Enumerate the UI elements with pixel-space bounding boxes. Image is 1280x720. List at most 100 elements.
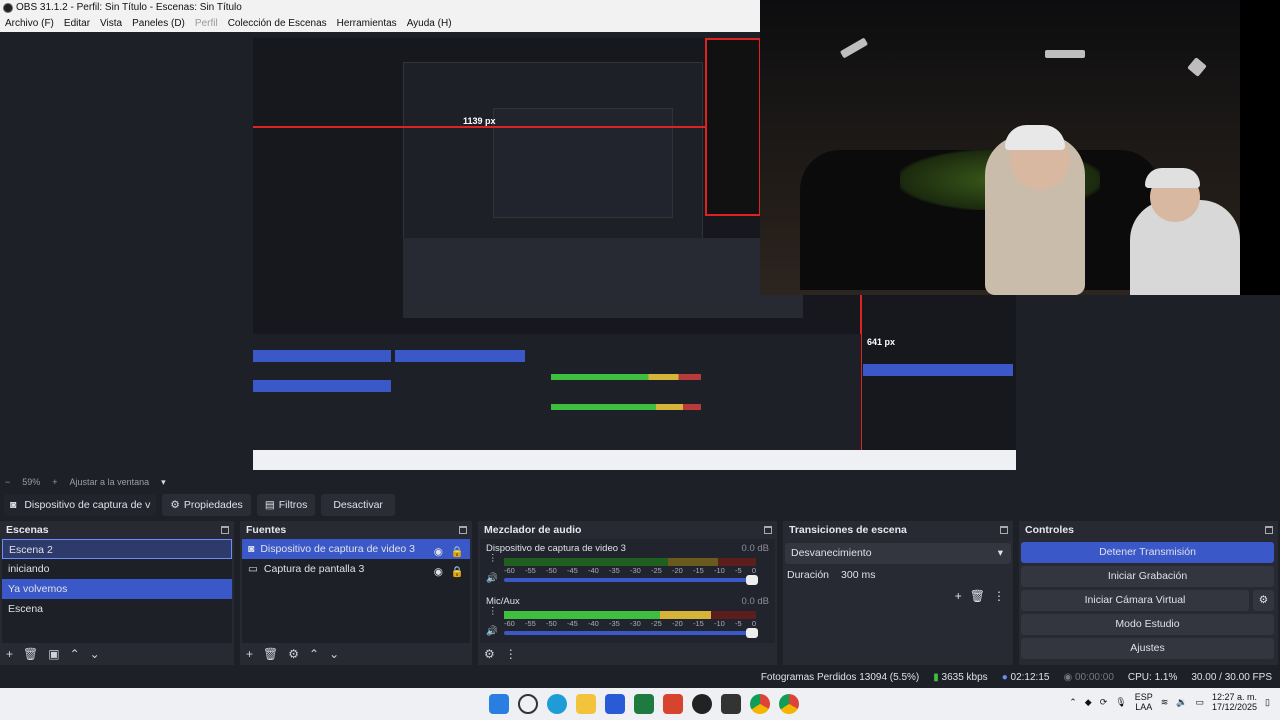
app-icon[interactable] xyxy=(720,694,741,714)
add-icon[interactable]: + xyxy=(246,647,253,661)
source-toolbar: ◙ Dispositivo de captura de v ⚙ Propieda… xyxy=(0,492,1280,518)
chevron-down-icon[interactable]: ▾ xyxy=(161,477,166,488)
scenes-dock: Escenas Escena 2 iniciando Ya volvemos E… xyxy=(0,521,234,665)
edge-icon[interactable] xyxy=(546,694,567,714)
start-recording-button[interactable]: Iniciar Grabación xyxy=(1021,566,1274,587)
add-icon[interactable]: + xyxy=(955,589,962,603)
dropbox-icon[interactable]: ◆ xyxy=(1085,697,1092,708)
notification-icon[interactable]: ▯ xyxy=(1265,697,1270,708)
mixer-dock: Mezclador de audio Dispositivo de captur… xyxy=(478,521,777,665)
menu-archivo[interactable]: Archivo (F) xyxy=(0,16,59,32)
obs-icon[interactable] xyxy=(691,694,712,714)
meter-scale: -60 -55 -50 -45 -40 -35 -30 -25 -20 -15 -10 -5 0 xyxy=(504,566,756,575)
windows-start-icon[interactable] xyxy=(488,694,509,714)
gear-icon[interactable]: ⚙ xyxy=(288,647,299,661)
nested-docks xyxy=(403,238,803,318)
speaker-icon[interactable]: 🔊 xyxy=(486,626,498,637)
clock[interactable]: 12:27 a. m. 17/12/2025 xyxy=(1212,692,1257,712)
controls-title: Controles xyxy=(1025,524,1075,536)
window-title: OBS 31.1.2 - Perfil: Sin Título - Escena… xyxy=(16,2,242,13)
docks: Escenas Escena 2 iniciando Ya volvemos E… xyxy=(0,521,1280,665)
settings-button[interactable]: Ajustes xyxy=(1021,638,1274,659)
volume-slider[interactable] xyxy=(504,628,758,638)
sources-header: Fuentes xyxy=(240,521,472,539)
mic-icon[interactable]: 🎙 xyxy=(1115,697,1126,708)
trash-icon[interactable]: 🗑 xyxy=(970,589,985,603)
undock-icon[interactable] xyxy=(459,526,467,534)
kebab-menu-icon[interactable]: ⋮ xyxy=(488,553,498,564)
wifi-icon[interactable]: ≋ xyxy=(1161,697,1169,708)
undock-icon[interactable] xyxy=(221,526,229,534)
filters-button[interactable]: ▤ Filtros xyxy=(256,494,316,516)
source-item[interactable]: ◙ Dispositivo de captura de video 3 ◉ 🔒 xyxy=(242,539,470,559)
trash-icon[interactable]: 🗑 xyxy=(23,647,38,661)
properties-button[interactable]: ⚙ Propiedades xyxy=(162,494,251,516)
stop-stream-button[interactable]: Detener Transmisión xyxy=(1021,542,1274,563)
gear-icon[interactable]: ⚙ xyxy=(1253,590,1274,611)
sync-icon[interactable]: ⟳ xyxy=(1100,697,1108,708)
zoom-in-button[interactable]: + xyxy=(52,477,57,487)
menu-ayuda[interactable]: Ayuda (H) xyxy=(402,16,457,32)
speaker-icon[interactable]: 🔊 xyxy=(486,573,498,584)
chevron-up-icon[interactable]: ⌃ xyxy=(1069,697,1077,708)
clock-time: 12:27 a. m. xyxy=(1212,692,1258,702)
chevron-down-icon[interactable]: ⌄ xyxy=(90,647,100,661)
transitions-dock: Transiciones de escena Desvanecimiento ▾… xyxy=(783,521,1013,665)
kebab-menu-icon[interactable]: ⋮ xyxy=(505,647,517,661)
chevron-up-icon[interactable]: ⌃ xyxy=(70,647,80,661)
camera-icon: ◙ xyxy=(248,543,255,555)
scene-item[interactable]: Ya volvemos xyxy=(2,579,232,599)
scene-item[interactable]: iniciando xyxy=(2,559,232,579)
eye-icon[interactable]: ◉ xyxy=(434,562,443,582)
menu-bar: Archivo (F) Editar Vista Paneles (D) Per… xyxy=(0,16,760,32)
add-icon[interactable]: + xyxy=(6,647,13,661)
menu-perfil[interactable]: Perfil xyxy=(190,16,223,32)
chevron-up-icon[interactable]: ⌃ xyxy=(309,647,319,661)
menu-herramientas[interactable]: Herramientas xyxy=(332,16,402,32)
menu-paneles[interactable]: Paneles (D) xyxy=(127,16,190,32)
language-indicator[interactable]: ESP LAA xyxy=(1135,692,1153,712)
search-icon[interactable] xyxy=(517,694,538,714)
trash-icon[interactable]: 🗑 xyxy=(263,647,278,661)
volume-slider[interactable] xyxy=(504,575,758,585)
sources-title: Fuentes xyxy=(246,524,287,536)
fit-to-window-label[interactable]: Ajustar a la ventana xyxy=(70,477,150,487)
kebab-menu-icon[interactable]: ⋮ xyxy=(488,606,498,617)
scene-item[interactable]: Escena 2 xyxy=(2,539,232,559)
transition-select[interactable]: Desvanecimiento ▾ xyxy=(785,543,1011,564)
zoom-out-button[interactable]: − xyxy=(5,477,10,487)
webcam-feed xyxy=(760,0,1280,295)
studio-mode-button[interactable]: Modo Estudio xyxy=(1021,614,1274,635)
excel-icon[interactable] xyxy=(633,694,654,714)
scene-item[interactable]: Escena xyxy=(2,599,232,619)
lock-icon[interactable]: 🔒 xyxy=(451,562,464,582)
undock-icon[interactable] xyxy=(1265,526,1273,534)
duration-input[interactable]: 300 ms xyxy=(841,569,875,581)
deactivate-button[interactable]: Desactivar xyxy=(321,494,395,516)
menu-coleccion-escenas[interactable]: Colección de Escenas xyxy=(223,16,332,32)
folder-icon[interactable] xyxy=(575,694,596,714)
pdf-icon[interactable] xyxy=(662,694,683,714)
chrome-icon[interactable] xyxy=(749,694,770,714)
deactivate-label: Desactivar xyxy=(333,499,383,511)
source-item[interactable]: ▭ Captura de pantalla 3 ◉ 🔒 xyxy=(242,559,470,579)
nested-taskbar xyxy=(253,450,1016,470)
duration-label: Duración xyxy=(787,569,830,581)
menu-editar[interactable]: Editar xyxy=(59,16,95,32)
battery-icon[interactable]: ▭ xyxy=(1195,697,1204,708)
nested-selected-scene xyxy=(253,350,391,362)
chevron-down-icon[interactable]: ⌄ xyxy=(329,647,339,661)
track-db: 0.0 dB xyxy=(741,596,769,607)
chrome-profile-icon[interactable] xyxy=(778,694,799,714)
fps: 30.00 / 30.00 FPS xyxy=(1191,671,1272,683)
word-icon[interactable] xyxy=(604,694,625,714)
filter-icon[interactable]: ▣ xyxy=(48,647,59,661)
menu-vista[interactable]: Vista xyxy=(95,16,127,32)
gear-icon[interactable]: ⚙ xyxy=(484,647,495,661)
undock-icon[interactable] xyxy=(1000,526,1008,534)
virtual-camera-button[interactable]: Iniciar Cámara Virtual xyxy=(1021,590,1249,611)
stream-time-value: 02:12:15 xyxy=(1010,671,1050,683)
volume-icon[interactable]: 🔉 xyxy=(1176,697,1187,708)
kebab-menu-icon[interactable]: ⋮ xyxy=(993,589,1005,603)
undock-icon[interactable] xyxy=(764,526,772,534)
